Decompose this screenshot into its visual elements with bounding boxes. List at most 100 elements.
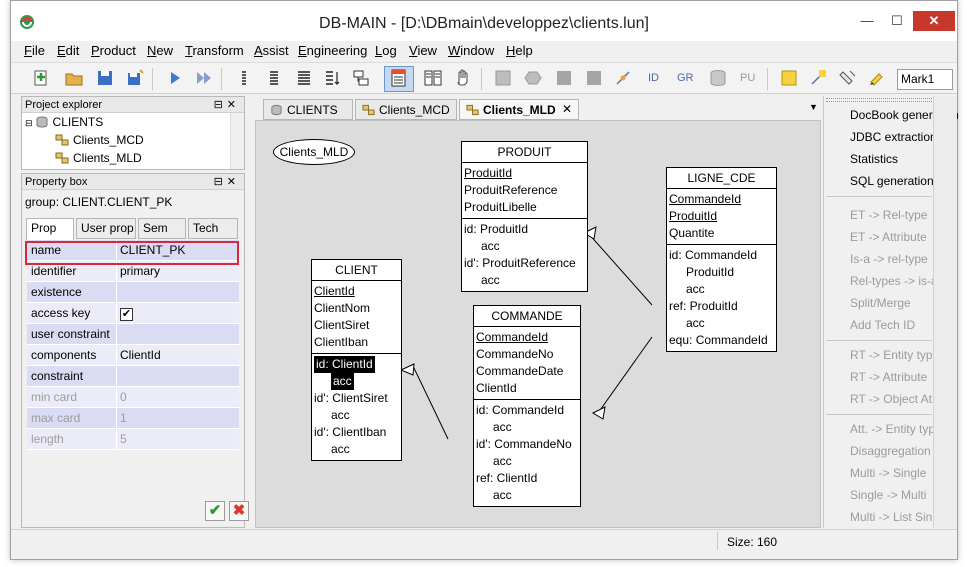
attribute-produitreference[interactable]: ProduitReference bbox=[464, 182, 585, 199]
tab-clients-mld[interactable]: Clients_MLD ✕ bbox=[459, 99, 579, 120]
graphical-view-icon[interactable] bbox=[389, 68, 409, 88]
attribute-quantite[interactable]: Quantite bbox=[669, 225, 774, 242]
maximize-button[interactable]: ☐ bbox=[883, 11, 911, 31]
open-folder-icon[interactable] bbox=[64, 68, 84, 88]
group-line[interactable]: id': ClientIban bbox=[314, 424, 399, 441]
entity-produit[interactable]: PRODUIT ProduitId ProduitReference Produ… bbox=[461, 141, 588, 292]
fast-forward-icon[interactable] bbox=[194, 68, 214, 88]
schema-name-label[interactable]: Clients_MLD bbox=[273, 139, 355, 165]
group-line[interactable]: id': ClientSiret bbox=[314, 390, 399, 407]
save-as-icon[interactable] bbox=[125, 68, 145, 88]
group-line[interactable]: id: CommandeId bbox=[669, 247, 774, 264]
attribute-clientid[interactable]: ClientId bbox=[314, 283, 399, 300]
property-value[interactable]: ✔ bbox=[117, 303, 239, 323]
tab-tech[interactable]: Tech bbox=[188, 218, 238, 239]
new-link-icon[interactable] bbox=[613, 68, 633, 88]
dependency-view-icon[interactable] bbox=[351, 68, 371, 88]
project-explorer-scrollbar[interactable] bbox=[230, 113, 244, 169]
minimize-button[interactable]: — bbox=[853, 11, 881, 31]
tab-list-dropdown-icon[interactable]: ▼ bbox=[809, 102, 818, 112]
group-line[interactable]: equ: CommandeId bbox=[669, 332, 774, 349]
attribute-clientnom[interactable]: ClientNom bbox=[314, 300, 399, 317]
attribute-commandeid[interactable]: CommandeId bbox=[669, 191, 774, 208]
tab-prop[interactable]: Prop bbox=[26, 218, 74, 240]
attribute-produitid[interactable]: ProduitId bbox=[669, 208, 774, 225]
attribute-commandeid[interactable]: CommandeId bbox=[476, 329, 578, 346]
tool-jdbc-extraction[interactable]: JDBC extraction bbox=[850, 126, 937, 148]
run-icon[interactable] bbox=[165, 68, 185, 88]
access-key-checkbox[interactable]: ✔ bbox=[120, 308, 133, 321]
entity-commande[interactable]: COMMANDE CommandeId CommandeNo CommandeD… bbox=[473, 305, 581, 507]
menu-transform[interactable]: Transform bbox=[185, 43, 244, 58]
tab-clients[interactable]: CLIENTS bbox=[263, 99, 353, 120]
new-collection-icon[interactable] bbox=[708, 68, 728, 88]
close-tab-icon[interactable]: ✕ bbox=[562, 102, 572, 116]
graphical-compact-icon[interactable] bbox=[423, 68, 443, 88]
panel-grip[interactable] bbox=[826, 98, 932, 102]
mark-select[interactable]: Mark1 bbox=[897, 69, 953, 90]
tab-user-prop[interactable]: User prop bbox=[76, 218, 136, 239]
mark-icon[interactable] bbox=[838, 68, 858, 88]
schema-canvas[interactable]: Clients_MLD PRODUIT ProduitId ProduitRef… bbox=[255, 120, 821, 528]
menu-file[interactable]: File bbox=[24, 43, 45, 58]
property-value[interactable]: ClientId bbox=[117, 345, 239, 365]
new-processing-unit-icon[interactable]: PU bbox=[740, 72, 755, 84]
group-line[interactable]: ref: ProduitId bbox=[669, 298, 774, 315]
tree-item-clients-mcd[interactable]: Clients_MCD bbox=[55, 132, 144, 149]
new-role-icon[interactable] bbox=[584, 68, 604, 88]
tree-item-clients[interactable]: ⊟ CLIENTS bbox=[25, 114, 103, 131]
menu-assist[interactable]: Assist bbox=[254, 43, 289, 58]
menu-product[interactable]: Product bbox=[91, 43, 136, 58]
property-row-user-constraint[interactable]: user constraint bbox=[27, 324, 239, 345]
attribute-commandeno[interactable]: CommandeNo bbox=[476, 346, 578, 363]
tool-sql-generation[interactable]: SQL generation bbox=[850, 170, 934, 192]
close-button[interactable]: ✕ bbox=[913, 11, 955, 31]
entity-client[interactable]: CLIENT ClientId ClientNom ClientSiret Cl… bbox=[311, 259, 402, 461]
attribute-clientsiret[interactable]: ClientSiret bbox=[314, 317, 399, 334]
group-line[interactable]: ref: ClientId bbox=[476, 470, 578, 487]
menu-log[interactable]: Log bbox=[375, 43, 397, 58]
note-icon[interactable] bbox=[779, 68, 799, 88]
tools-panel-scrollbar[interactable] bbox=[933, 96, 957, 528]
new-group-gr-icon[interactable]: GR bbox=[677, 72, 694, 84]
hand-tool-icon[interactable] bbox=[453, 68, 473, 88]
menu-view[interactable]: View bbox=[409, 43, 437, 58]
text-compact-icon[interactable] bbox=[234, 68, 254, 88]
new-project-icon[interactable] bbox=[31, 68, 51, 88]
group-line[interactable]: id: CommandeId bbox=[476, 402, 578, 419]
group-line[interactable]: id: ProduitId bbox=[464, 221, 585, 238]
property-value[interactable] bbox=[117, 324, 239, 344]
tab-clients-mcd[interactable]: Clients_MCD bbox=[355, 99, 457, 120]
text-standard-icon[interactable] bbox=[264, 68, 284, 88]
group-line[interactable]: id': CommandeNo bbox=[476, 436, 578, 453]
menu-engineering[interactable]: Engineering bbox=[298, 43, 367, 58]
apply-button[interactable]: ✔ bbox=[205, 501, 225, 521]
menu-window[interactable]: Window bbox=[448, 43, 494, 58]
text-extended-icon[interactable] bbox=[294, 68, 314, 88]
panel-float-close-icon[interactable]: ⊟✕ bbox=[214, 174, 240, 190]
collapse-icon[interactable]: ⊟ bbox=[25, 118, 33, 128]
menu-new[interactable]: New bbox=[147, 43, 173, 58]
text-sorted-icon[interactable] bbox=[322, 68, 342, 88]
property-row-constraint[interactable]: constraint bbox=[27, 366, 239, 387]
property-value[interactable] bbox=[117, 366, 239, 386]
attribute-produitid[interactable]: ProduitId bbox=[464, 165, 585, 182]
panel-float-close-icon[interactable]: ⊟✕ bbox=[214, 97, 240, 113]
new-entity-icon[interactable] bbox=[493, 68, 513, 88]
new-group-id-icon[interactable]: ID bbox=[648, 72, 659, 84]
new-rel-type-icon[interactable] bbox=[523, 68, 543, 88]
save-icon[interactable] bbox=[95, 68, 115, 88]
tree-item-clients-mld[interactable]: Clients_MLD bbox=[55, 150, 142, 167]
property-row-existence[interactable]: existence bbox=[27, 282, 239, 303]
color-mark-icon[interactable] bbox=[867, 68, 887, 88]
new-attribute-icon[interactable] bbox=[554, 68, 574, 88]
property-row-components[interactable]: components ClientId bbox=[27, 345, 239, 366]
tab-sem[interactable]: Sem bbox=[138, 218, 186, 239]
group-line-selected[interactable]: id: ClientId bbox=[314, 356, 375, 373]
property-row-access-key[interactable]: access key ✔ bbox=[27, 303, 239, 324]
attribute-clientiban[interactable]: ClientIban bbox=[314, 334, 399, 351]
menu-edit[interactable]: Edit bbox=[57, 43, 79, 58]
group-line[interactable]: id': ProduitReference bbox=[464, 255, 585, 272]
entity-ligne-cde[interactable]: LIGNE_CDE CommandeId ProduitId Quantite … bbox=[666, 167, 777, 352]
attribute-commandedate[interactable]: CommandeDate bbox=[476, 363, 578, 380]
